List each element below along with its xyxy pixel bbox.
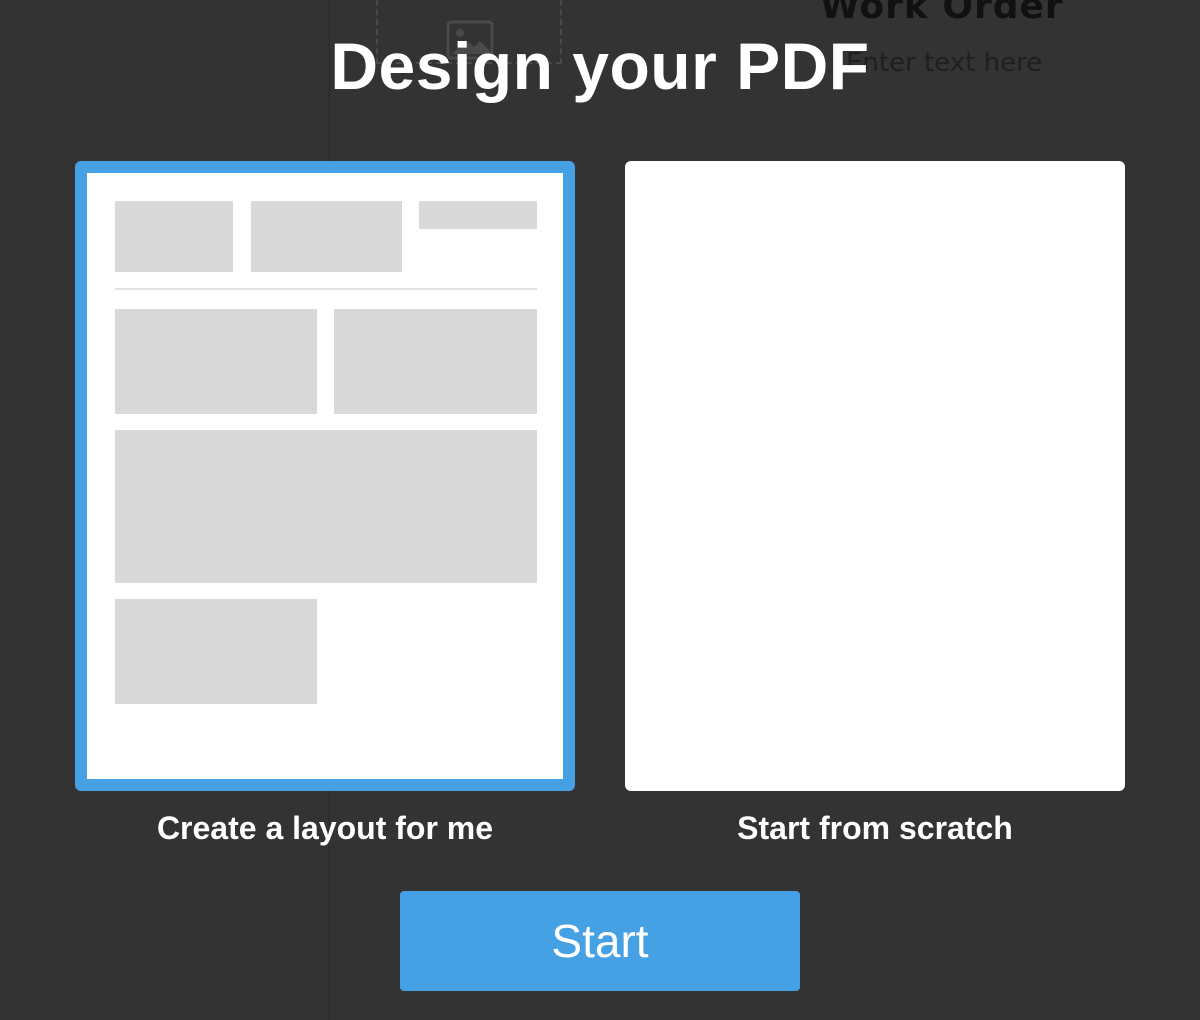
- layout-preview-block: [115, 201, 233, 272]
- layout-preview-block: [115, 599, 317, 704]
- start-button[interactable]: Start: [400, 891, 800, 991]
- layout-option-label[interactable]: Create a layout for me: [75, 810, 575, 847]
- layout-preview-block: [334, 309, 537, 414]
- layout-preview-divider: [115, 288, 537, 290]
- design-pdf-modal: Work Order Enter text here Design your P…: [0, 0, 1200, 1020]
- layout-preview-block: [115, 430, 537, 583]
- layout-preview-block: [419, 201, 537, 229]
- layout-preview-block: [115, 309, 317, 414]
- scratch-option-card[interactable]: [625, 161, 1125, 791]
- layout-option-card[interactable]: [75, 161, 575, 791]
- page-title: Design your PDF: [330, 29, 870, 103]
- scratch-option-label[interactable]: Start from scratch: [625, 810, 1125, 847]
- layout-preview-block: [251, 201, 402, 272]
- background-heading: Work Order: [820, 0, 1064, 27]
